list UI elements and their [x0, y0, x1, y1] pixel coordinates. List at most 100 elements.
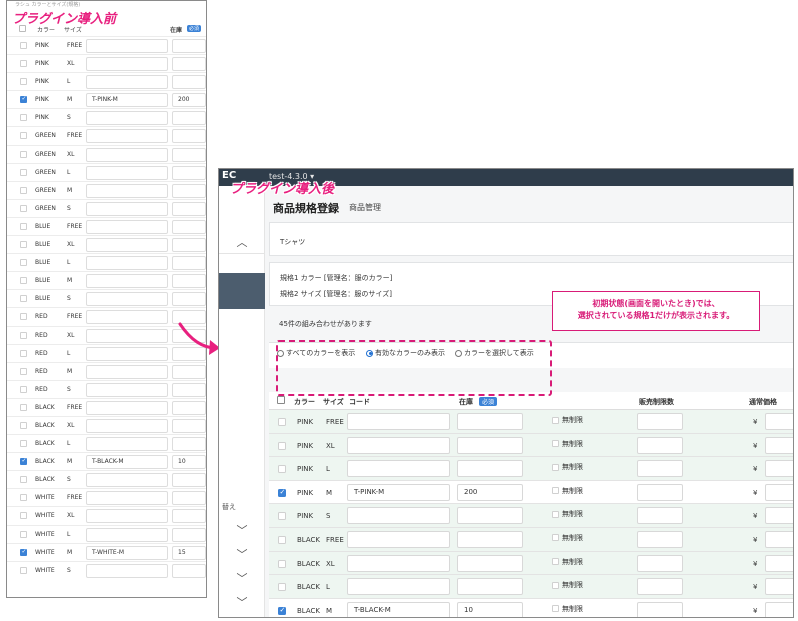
stock-input[interactable] [457, 578, 523, 596]
no-limit-toggle[interactable]: 無制限 [552, 580, 583, 590]
stock-input[interactable] [172, 437, 206, 452]
stock-input[interactable] [172, 183, 206, 198]
stock-input[interactable] [172, 418, 206, 433]
no-limit-checkbox[interactable] [552, 581, 559, 589]
code-input[interactable] [86, 129, 168, 144]
stock-input[interactable] [172, 238, 206, 253]
stock-input[interactable] [172, 39, 206, 53]
row-checkbox[interactable] [20, 95, 27, 104]
no-limit-checkbox[interactable] [552, 463, 559, 471]
row-checkbox[interactable] [20, 168, 27, 176]
row-checkbox[interactable] [20, 476, 27, 484]
no-limit-toggle[interactable]: 無制限 [552, 439, 583, 449]
no-limit-toggle[interactable]: 無制限 [552, 462, 583, 472]
code-input[interactable] [86, 57, 168, 72]
code-input[interactable] [347, 460, 450, 478]
row-checkbox[interactable] [278, 606, 286, 615]
no-limit-toggle[interactable]: 無制限 [552, 486, 583, 496]
sale-limit-input[interactable] [637, 507, 683, 525]
code-input[interactable] [86, 111, 168, 126]
code-input[interactable] [86, 400, 168, 415]
sale-limit-input[interactable] [637, 554, 683, 572]
stock-input[interactable] [172, 57, 206, 72]
stock-input[interactable] [457, 460, 523, 478]
sale-limit-input[interactable] [637, 460, 683, 478]
code-input[interactable] [86, 509, 168, 524]
row-checkbox[interactable] [20, 295, 27, 303]
row-checkbox[interactable] [278, 535, 286, 544]
price-input[interactable] [765, 530, 793, 548]
code-input[interactable] [86, 219, 168, 234]
row-checkbox[interactable] [20, 186, 27, 194]
price-input[interactable] [765, 601, 793, 617]
code-input[interactable] [347, 578, 450, 596]
row-checkbox[interactable] [20, 114, 27, 122]
no-limit-checkbox[interactable] [552, 510, 559, 518]
no-limit-toggle[interactable]: 無制限 [552, 557, 583, 567]
code-input[interactable] [86, 165, 168, 180]
code-input[interactable] [86, 39, 168, 53]
row-checkbox[interactable] [20, 259, 27, 267]
sale-limit-input[interactable] [637, 601, 683, 617]
price-input[interactable] [765, 483, 793, 501]
row-checkbox[interactable] [20, 440, 27, 448]
select-all-checkbox[interactable] [277, 396, 285, 404]
row-checkbox[interactable] [20, 349, 27, 357]
stock-input[interactable] [172, 491, 206, 506]
sale-limit-input[interactable] [637, 483, 683, 501]
stock-input[interactable] [457, 530, 523, 548]
code-input[interactable] [347, 530, 450, 548]
stock-input[interactable]: 200 [457, 483, 523, 501]
row-checkbox[interactable] [278, 441, 286, 450]
stock-input[interactable] [172, 292, 206, 307]
sale-limit-input[interactable] [637, 413, 683, 430]
row-checkbox[interactable] [20, 494, 27, 502]
code-input[interactable]: T-PINK-M [347, 483, 450, 501]
code-input[interactable]: T-BLACK-M [347, 601, 450, 617]
row-checkbox[interactable] [20, 421, 27, 429]
stock-input[interactable]: 10 [457, 601, 523, 617]
no-limit-toggle[interactable]: 無制限 [552, 604, 583, 614]
code-input[interactable] [347, 413, 450, 430]
stock-input[interactable] [457, 554, 523, 572]
row-checkbox[interactable] [20, 241, 27, 249]
row-checkbox[interactable] [20, 60, 27, 68]
sidebar-collapse-button[interactable]: ︿ [219, 230, 265, 254]
code-input[interactable]: T-WHITE-M [86, 545, 168, 560]
code-input[interactable] [86, 491, 168, 506]
stock-input[interactable] [172, 75, 206, 90]
code-input[interactable] [86, 75, 168, 90]
code-input[interactable] [86, 328, 168, 343]
code-input[interactable] [347, 507, 450, 525]
stock-input[interactable] [172, 563, 206, 578]
row-checkbox[interactable] [20, 512, 27, 520]
code-input[interactable] [86, 382, 168, 397]
stock-input[interactable] [172, 364, 206, 379]
code-input[interactable] [86, 274, 168, 289]
code-input[interactable] [86, 364, 168, 379]
code-input[interactable]: T-BLACK-M [86, 455, 168, 470]
sidebar-expand-button[interactable]: ﹀ [219, 590, 265, 614]
code-input[interactable] [86, 292, 168, 307]
row-checkbox[interactable] [278, 418, 286, 426]
code-input[interactable] [86, 310, 168, 325]
row-checkbox[interactable] [20, 204, 27, 212]
row-checkbox[interactable] [278, 559, 286, 568]
row-checkbox[interactable] [20, 367, 27, 375]
code-input[interactable] [347, 436, 450, 454]
code-input[interactable] [86, 346, 168, 361]
stock-input[interactable] [172, 201, 206, 216]
code-input[interactable] [347, 554, 450, 572]
sale-limit-input[interactable] [637, 578, 683, 596]
no-limit-checkbox[interactable] [552, 440, 559, 448]
row-checkbox[interactable] [20, 150, 27, 158]
no-limit-checkbox[interactable] [552, 487, 559, 495]
sidebar-expand-button[interactable]: ﹀ [219, 518, 265, 542]
no-limit-checkbox[interactable] [552, 558, 559, 566]
stock-input[interactable] [172, 256, 206, 271]
no-limit-checkbox[interactable] [552, 534, 559, 542]
stock-input[interactable]: 10 [172, 455, 206, 470]
sale-limit-input[interactable] [637, 530, 683, 548]
stock-input[interactable] [457, 507, 523, 525]
code-input[interactable] [86, 201, 168, 216]
